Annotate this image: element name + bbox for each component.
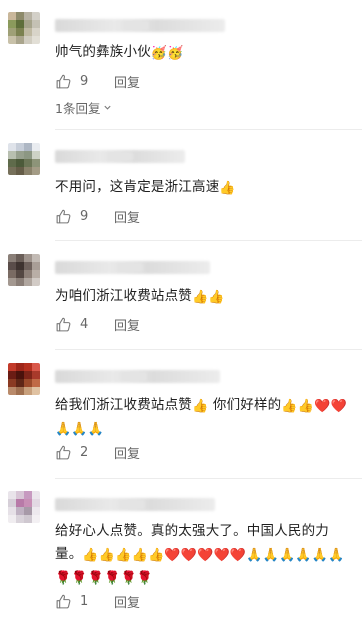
like-button[interactable]: 4 bbox=[55, 316, 90, 333]
comment-text-main: 为咱们浙江收费站点赞 bbox=[55, 288, 192, 304]
comment-actions: 4 回复 bbox=[55, 314, 140, 334]
comment-actions: 9 回复 bbox=[55, 71, 140, 91]
like-count: 2 bbox=[80, 444, 89, 460]
thumbs-up-emoji: 👍 bbox=[219, 181, 236, 196]
thumbs-up-emoji: 👍 bbox=[192, 399, 209, 414]
comment-actions: 1 回复 bbox=[55, 591, 140, 611]
reply-button[interactable]: 回复 bbox=[114, 592, 140, 611]
like-button[interactable]: 9 bbox=[55, 208, 90, 225]
avatar[interactable] bbox=[8, 12, 40, 44]
thumbs-up-icon bbox=[56, 594, 71, 608]
username[interactable] bbox=[55, 498, 215, 511]
username[interactable] bbox=[55, 150, 185, 163]
comment-text-line1-b: 你们好样的 bbox=[208, 397, 282, 413]
rose-emoji: 🌹🌹🌹🌹🌹🌹 bbox=[55, 571, 154, 586]
thumbs-up-icon bbox=[56, 74, 71, 88]
comment-text: 为咱们浙江收费站点赞👍👍 bbox=[55, 285, 355, 308]
username[interactable] bbox=[55, 261, 210, 274]
comment-actions: 9 回复 bbox=[55, 206, 140, 226]
comment-actions: 2 回复 bbox=[55, 442, 140, 462]
divider bbox=[55, 478, 362, 479]
username[interactable] bbox=[55, 370, 220, 383]
more-replies-label: 1条回复 bbox=[55, 101, 101, 116]
username[interactable] bbox=[55, 19, 225, 32]
comment-text-line1: 给我们浙江收费站点赞 bbox=[55, 397, 192, 413]
more-replies-link[interactable]: 1条回复 bbox=[55, 98, 112, 117]
like-count: 9 bbox=[80, 208, 89, 224]
avatar[interactable] bbox=[8, 143, 40, 175]
comment-text: 给好心人点赞。真的太强大了。中国人民的力 量。👍👍👍👍👍❤️❤️❤️❤️❤️🙏🙏… bbox=[55, 520, 355, 589]
like-count: 1 bbox=[80, 593, 89, 609]
thumbs-up-emoji: 👍👍 bbox=[192, 290, 225, 305]
comment-text: 给我们浙江收费站点赞👍 你们好样的👍👍❤️❤️ 🙏🙏🙏 bbox=[55, 394, 355, 440]
reply-button[interactable]: 回复 bbox=[114, 72, 140, 91]
avatar[interactable] bbox=[8, 363, 40, 395]
like-button[interactable]: 1 bbox=[55, 593, 90, 610]
reply-button[interactable]: 回复 bbox=[114, 207, 140, 226]
comment-text-main: 帅气的彝族小伙 bbox=[55, 44, 151, 60]
like-button[interactable]: 2 bbox=[55, 444, 90, 461]
like-count: 4 bbox=[80, 316, 89, 332]
comment-text: 帅气的彝族小伙🥳🥳 bbox=[55, 41, 355, 64]
thumbs-heart-emoji: 👍👍❤️❤️ bbox=[281, 399, 347, 414]
divider bbox=[55, 129, 362, 130]
reply-button[interactable]: 回复 bbox=[114, 315, 140, 334]
pray-emoji: 🙏🙏🙏 bbox=[55, 422, 105, 437]
avatar[interactable] bbox=[8, 491, 40, 523]
avatar[interactable] bbox=[8, 254, 40, 286]
thumbs-up-icon bbox=[56, 209, 71, 223]
comment-text: 不用问，这肯定是浙江高速👍 bbox=[55, 176, 355, 199]
comment-text-line1: 给好心人点赞。真的太强大了。中国人民的力 bbox=[55, 523, 329, 539]
like-count: 9 bbox=[80, 73, 89, 89]
comment-text-main: 不用问，这肯定是浙江高速 bbox=[55, 179, 220, 195]
thumbs-heart-pray-emoji: 👍👍👍👍👍❤️❤️❤️❤️❤️🙏🙏🙏🙏🙏🙏 bbox=[82, 548, 345, 563]
comment-text-line2: 量。 bbox=[55, 546, 83, 562]
thumbs-up-icon bbox=[56, 317, 71, 331]
like-button[interactable]: 9 bbox=[55, 73, 90, 90]
divider bbox=[55, 240, 362, 241]
divider bbox=[55, 349, 362, 350]
reply-button[interactable]: 回复 bbox=[114, 443, 140, 462]
chevron-down-icon bbox=[104, 105, 112, 110]
party-face-emoji: 🥳🥳 bbox=[150, 46, 184, 61]
thumbs-up-icon bbox=[56, 445, 71, 459]
